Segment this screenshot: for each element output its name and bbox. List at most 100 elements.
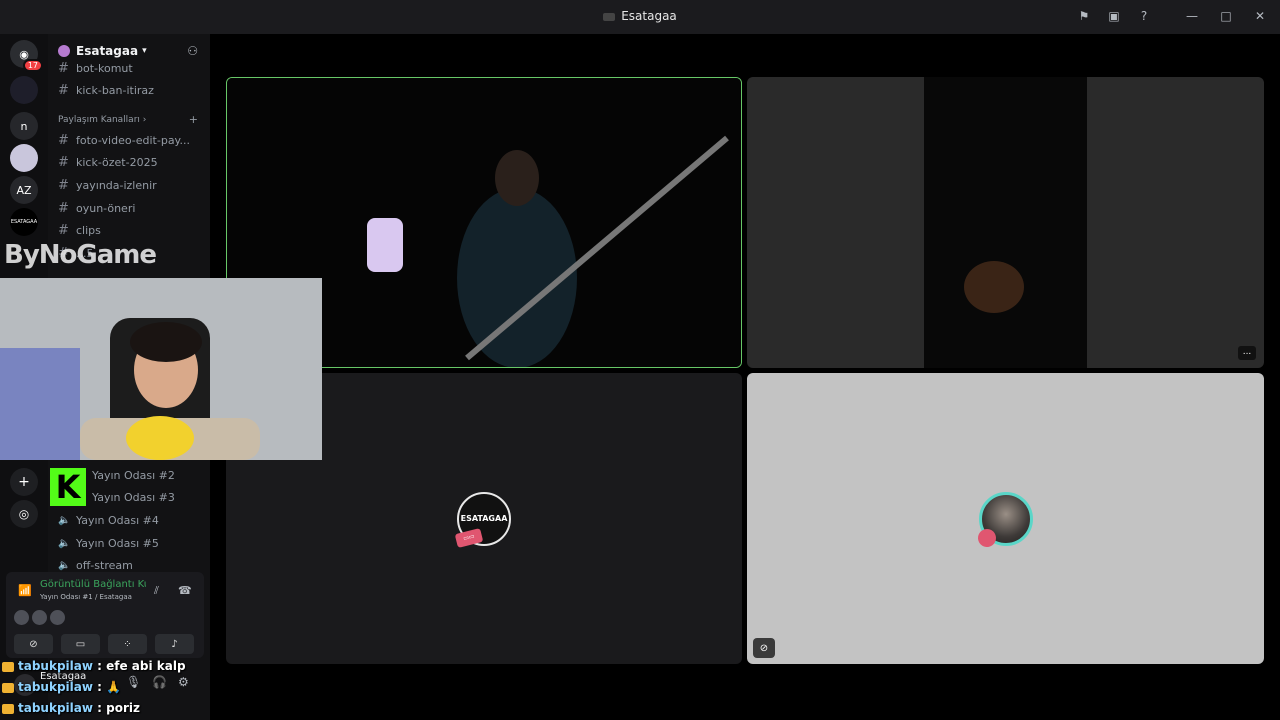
- speaker-icon: 🔈: [58, 560, 71, 571]
- window-title-text: Esatagaa: [621, 9, 677, 23]
- camera-off-icon: ⊘: [753, 638, 775, 658]
- channel-name: kick-ban-itiraz: [76, 84, 154, 97]
- chat-separator: :: [92, 659, 107, 673]
- hash-icon: #: [58, 61, 69, 76]
- chat-text: poriz: [106, 701, 140, 715]
- voice-status[interactable]: Görüntülü Bağlantı Kurul: [40, 579, 146, 590]
- crown-icon: [2, 703, 14, 714]
- noise-suppression-icon[interactable]: ⫽: [154, 584, 159, 598]
- channel-name: foto-video-edit-pay...: [76, 134, 190, 147]
- help-icon[interactable]: ?: [1136, 8, 1152, 24]
- voice-channel-item[interactable]: 🔈 Yayın Odası #4: [58, 514, 159, 527]
- title-bar-actions: ⚑ ▣ ? — □ ✕: [1076, 8, 1268, 24]
- guild-label: AZ: [16, 183, 32, 197]
- microphone-icon[interactable]: 🎙: [126, 675, 141, 689]
- speaker-icon: 🔈: [58, 515, 71, 526]
- guild-item[interactable]: AZ: [10, 176, 38, 204]
- channel-name: Yayın Odası #5: [76, 537, 159, 550]
- channel-item[interactable]: # foto-video-edit-pay...: [58, 133, 190, 148]
- avatar[interactable]: [50, 610, 65, 625]
- mention-badge: 17: [22, 59, 43, 72]
- guild-icon[interactable]: [10, 76, 38, 104]
- chat-separator: :: [92, 680, 107, 694]
- voice-channel-item[interactable]: 🔈Yayın Odası #3: [74, 491, 175, 504]
- minimize-icon[interactable]: —: [1184, 8, 1200, 24]
- server-name: Esatagaa: [76, 44, 139, 58]
- server-icon: [58, 45, 70, 57]
- flag-icon[interactable]: ⚑: [1076, 8, 1092, 24]
- channel-name: bot-komut: [76, 62, 133, 75]
- channel-name: clips: [76, 224, 101, 237]
- more-options-button[interactable]: ...: [1238, 346, 1256, 360]
- activities-button[interactable]: ⁘: [108, 634, 147, 654]
- streamer-webcam-overlay: [0, 278, 322, 460]
- avatar[interactable]: [32, 610, 47, 625]
- video-tile[interactable]: ⊘: [747, 373, 1264, 664]
- chat-text: 🙏: [106, 680, 122, 694]
- chat-message: tabukpilaw : 🙏: [2, 680, 121, 694]
- voice-channel-item[interactable]: 🔈Yayın Odası #2: [74, 469, 175, 482]
- channel-item[interactable]: # oyun-öneri: [58, 201, 135, 216]
- inbox-icon[interactable]: ▣: [1106, 8, 1122, 24]
- chat-username: tabukpilaw: [18, 659, 93, 673]
- camera-off-button[interactable]: ⊘: [14, 634, 53, 654]
- channel-name: oyun-öneri: [76, 202, 136, 215]
- voice-location[interactable]: Yayın Odası #1 / Esatagaa: [40, 593, 132, 601]
- video-tile[interactable]: ...: [747, 77, 1264, 368]
- screen-share-button[interactable]: ▭: [61, 634, 100, 654]
- webcam-feed: [0, 278, 322, 460]
- channel-name: Yayın Odası #2: [92, 469, 175, 482]
- channel-name: off-stream: [76, 559, 133, 572]
- chat-username: tabukpilaw: [18, 680, 93, 694]
- chat-username: tabukpilaw: [18, 701, 93, 715]
- camera-feed: [924, 77, 1087, 368]
- compass-icon: ◎: [18, 507, 30, 521]
- channel-name: kick-özet-2025: [76, 156, 158, 169]
- avatar[interactable]: [14, 610, 29, 625]
- channel-item[interactable]: # yayında-izlenir: [58, 178, 157, 193]
- channel-name: Yayın Odası #4: [76, 514, 159, 527]
- channel-item[interactable]: # clips: [58, 223, 101, 238]
- channel-item[interactable]: # bot-komut: [58, 61, 133, 76]
- server-icon: [603, 12, 616, 21]
- channel-name: yayında-izlenir: [76, 179, 157, 192]
- channel-item[interactable]: # kick-ban-itiraz: [58, 83, 154, 98]
- invite-icon[interactable]: ⚇: [187, 44, 198, 58]
- chevron-down-icon: ›: [142, 115, 147, 125]
- chat-message: tabukpilaw : poriz: [2, 701, 140, 715]
- guild-label: ESATAGAA: [10, 219, 38, 225]
- voice-actions: ⊘ ▭ ⁘ ♪: [14, 634, 194, 654]
- hash-icon: #: [58, 155, 69, 170]
- gear-icon[interactable]: ⚙: [178, 675, 189, 689]
- guild-label: n: [20, 119, 28, 133]
- speaker-icon: 🔈: [58, 538, 71, 549]
- voice-channel-item[interactable]: 🔈 Yayın Odası #5: [58, 537, 159, 550]
- crown-icon: [2, 682, 14, 693]
- chat-text: efe abi kalp: [106, 659, 186, 673]
- plus-icon: +: [18, 474, 30, 490]
- guild-icon[interactable]: [10, 144, 38, 172]
- headphones-icon[interactable]: 🎧: [152, 675, 167, 689]
- soundboard-button[interactable]: ♪: [155, 634, 194, 654]
- category-name: Paylaşım Kanalları: [58, 115, 140, 125]
- disconnect-icon[interactable]: ☎: [178, 584, 192, 597]
- add-server-button[interactable]: +: [10, 468, 38, 496]
- avatar-label: ESATAGAA: [460, 514, 508, 523]
- hash-icon: #: [58, 133, 69, 148]
- home-button[interactable]: ◉ 17: [10, 40, 43, 72]
- chat-message: tabukpilaw : efe abi kalp: [2, 659, 186, 673]
- hash-icon: #: [58, 178, 69, 193]
- add-channel-icon[interactable]: +: [189, 113, 198, 126]
- voice-channel-item[interactable]: 🔈 off-stream: [58, 559, 133, 572]
- hash-icon: #: [58, 83, 69, 98]
- guild-item[interactable]: n: [10, 112, 38, 140]
- guild-item-active[interactable]: ESATAGAA: [10, 208, 38, 236]
- maximize-icon[interactable]: □: [1218, 8, 1234, 24]
- channel-item[interactable]: # kick-özet-2025: [58, 155, 158, 170]
- window-controls: — □ ✕: [1184, 8, 1268, 24]
- discover-button[interactable]: ◎: [10, 500, 38, 528]
- channel-name: Yayın Odası #3: [92, 491, 175, 504]
- close-icon[interactable]: ✕: [1252, 8, 1268, 24]
- category-header[interactable]: Paylaşım Kanalları ›: [58, 115, 146, 125]
- title-bar: Esatagaa ⚑ ▣ ? — □ ✕: [0, 0, 1280, 34]
